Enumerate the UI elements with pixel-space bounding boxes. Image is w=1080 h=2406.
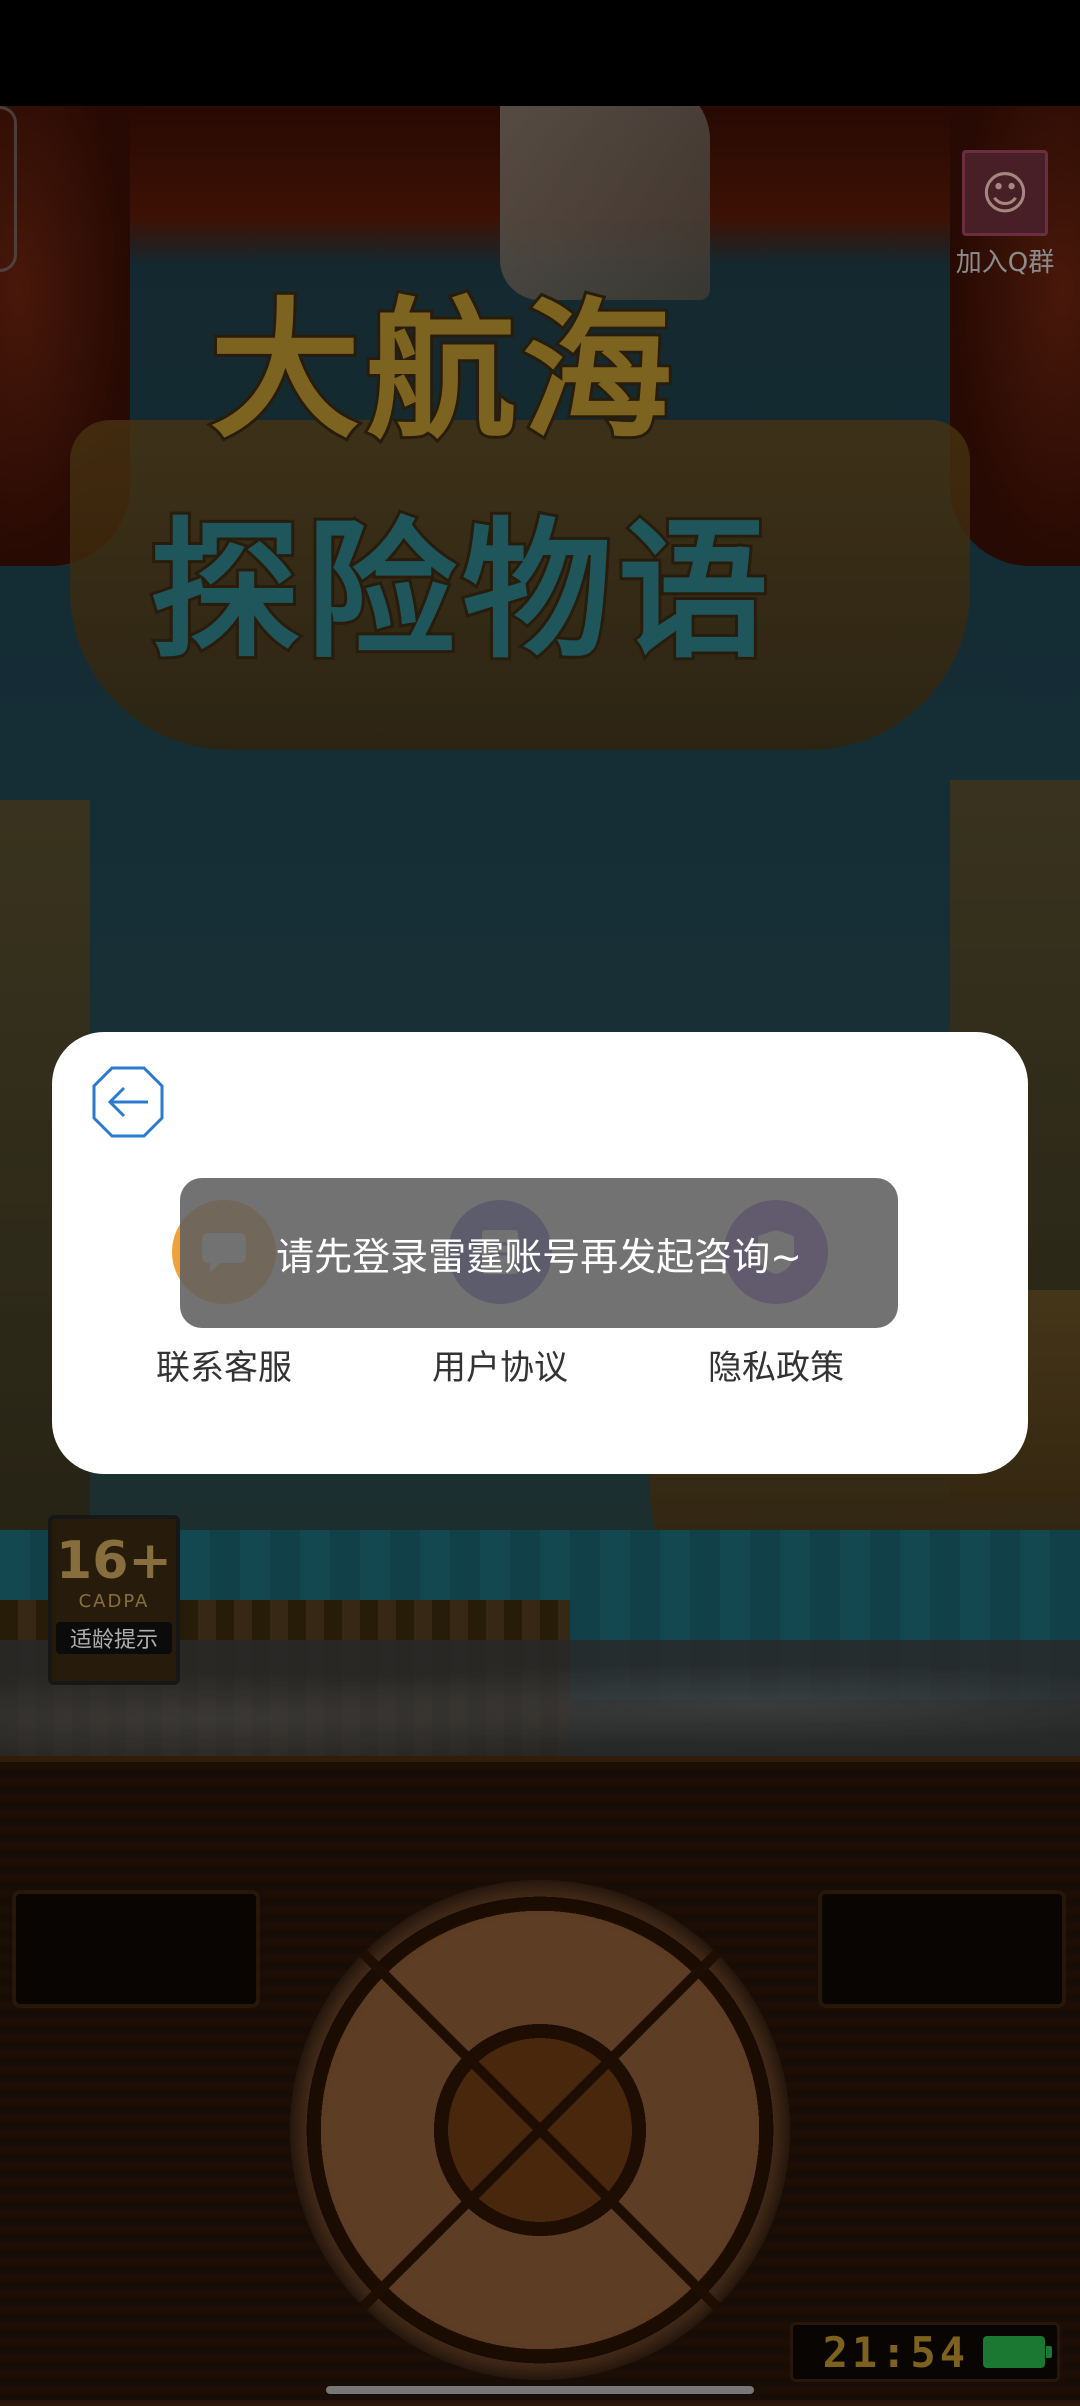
- status-bar: [0, 0, 1080, 106]
- toast-text: 请先登录雷霆账号再发起咨询~: [276, 1234, 802, 1279]
- toast-message: 请先登录雷霆账号再发起咨询~: [180, 1178, 898, 1328]
- user-agreement-label: 用户协议: [432, 1348, 568, 1388]
- privacy-policy-label: 隐私政策: [708, 1348, 844, 1388]
- back-arrow-icon: [92, 1066, 164, 1138]
- back-button[interactable]: [90, 1064, 166, 1140]
- home-indicator[interactable]: [326, 2386, 754, 2394]
- contact-support-label: 联系客服: [156, 1348, 292, 1388]
